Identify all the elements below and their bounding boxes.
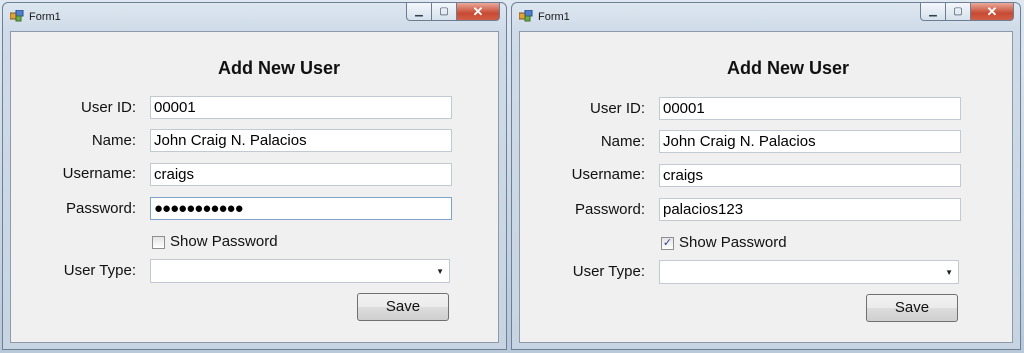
show-password-checkbox[interactable] [152,236,165,249]
user-id-field[interactable]: 00001 [659,97,961,120]
dropdown-arrow-icon[interactable]: ▼ [945,268,953,277]
user-id-label: User ID: [80,99,136,116]
window-title: Form1 [29,11,61,23]
name-label: Name: [600,133,645,150]
form-client-area: Add New User User ID: 00001 Name: John C… [519,31,1013,343]
user-id-field[interactable]: 00001 [150,96,452,119]
password-field[interactable]: palacios123 [659,198,961,221]
save-button[interactable]: Save [357,293,449,321]
password-label: Password: [574,201,645,218]
username-field[interactable]: craigs [659,164,961,187]
show-password-label[interactable]: Show Password [170,233,278,250]
show-password-checkbox[interactable]: ✓ [661,237,674,250]
close-button[interactable]: ✕ [970,3,1014,21]
form-client-area: Add New User User ID: 00001 Name: John C… [10,31,499,343]
user-type-label: User Type: [572,263,645,280]
maximize-button[interactable]: ▢ [945,3,971,21]
caption-buttons: ▁ ▢ ✕ [920,3,1014,23]
show-password-label[interactable]: Show Password [679,234,787,251]
user-type-combobox[interactable]: ▼ [150,259,450,283]
minimize-button[interactable]: ▁ [920,3,946,21]
maximize-icon: ▢ [953,6,963,17]
form-window-left: Form1 ▁ ▢ ✕ Add New User User ID: 00001 … [2,2,507,350]
username-label: Username: [62,165,136,182]
form-window-right: Form1 ▁ ▢ ✕ Add New User User ID: 00001 … [511,2,1021,350]
name-field[interactable]: John Craig N. Palacios [150,129,452,152]
name-field[interactable]: John Craig N. Palacios [659,130,961,153]
password-label: Password: [65,200,136,217]
app-icon [519,10,533,22]
minimize-button[interactable]: ▁ [406,3,432,21]
close-icon: ✕ [986,3,998,19]
user-type-label: User Type: [63,262,136,279]
password-field[interactable]: ●●●●●●●●●●● [150,197,452,220]
save-button[interactable]: Save [866,294,958,322]
caption-buttons: ▁ ▢ ✕ [406,3,500,23]
app-icon [10,10,24,22]
window-title: Form1 [538,11,570,23]
title-bar[interactable]: Form1 ▁ ▢ ✕ [512,3,1020,30]
form-heading: Add New User [727,58,850,78]
form-heading: Add New User [218,58,341,78]
minimize-icon: ▁ [929,6,937,17]
title-bar[interactable]: Form1 ▁ ▢ ✕ [3,3,506,30]
close-button[interactable]: ✕ [456,3,500,21]
user-type-combobox[interactable]: ▼ [659,260,959,284]
close-icon: ✕ [472,3,484,19]
maximize-icon: ▢ [439,6,449,17]
name-label: Name: [91,132,136,149]
maximize-button[interactable]: ▢ [431,3,457,21]
username-label: Username: [571,166,645,183]
username-field[interactable]: craigs [150,163,452,186]
user-id-label: User ID: [589,100,645,117]
dropdown-arrow-icon[interactable]: ▼ [436,267,444,276]
minimize-icon: ▁ [415,6,423,17]
